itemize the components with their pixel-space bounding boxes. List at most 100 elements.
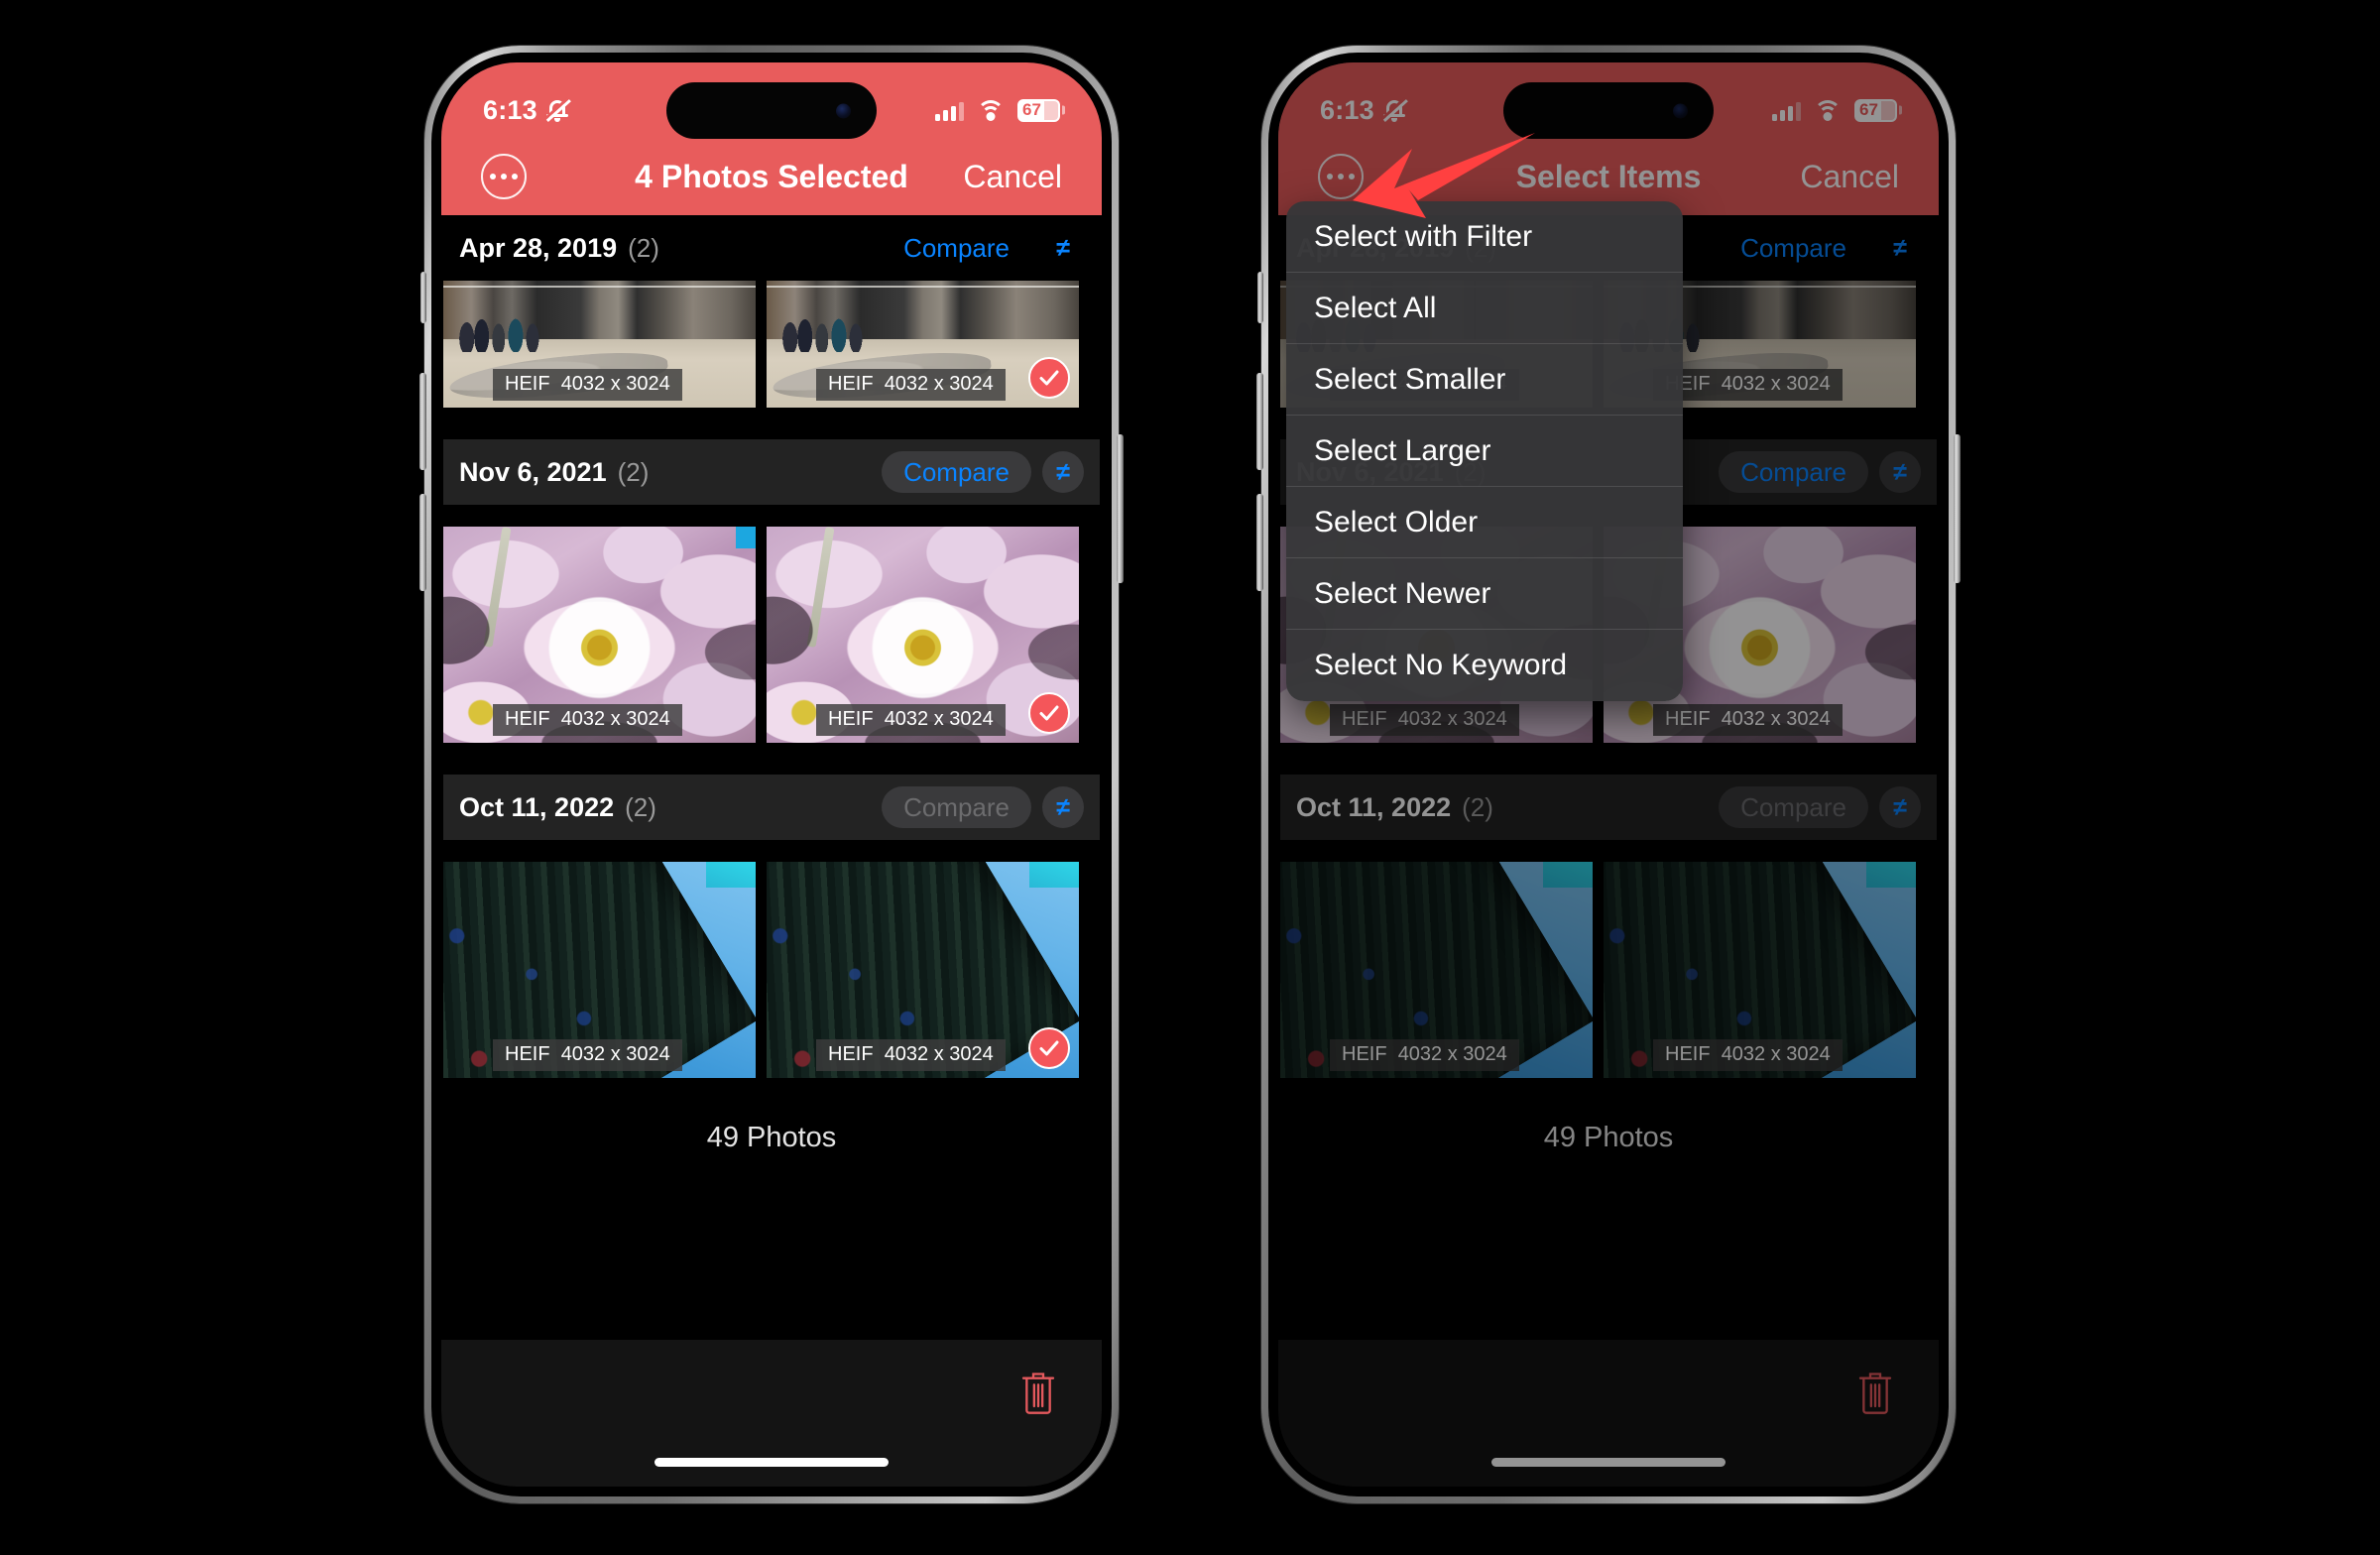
compare-button[interactable]: Compare — [1719, 786, 1868, 828]
photo-count-label: 49 Photos — [706, 1122, 837, 1153]
cellular-signal-icon — [1772, 99, 1801, 121]
compare-button[interactable]: Compare — [882, 227, 1031, 269]
more-options-button[interactable] — [481, 154, 527, 199]
group-date: Oct 11, 2022 — [459, 791, 615, 822]
power-button[interactable] — [1954, 434, 1961, 583]
group-header: Oct 11, 2022 (2) Compare ≠ — [443, 775, 1100, 840]
group-actions: Compare ≠ — [882, 786, 1084, 828]
thumbnail-row: HEIF 4032 x 3024 HEIF 4032 x 3024 — [1278, 840, 1939, 1078]
not-equal-button[interactable]: ≠ — [1042, 227, 1084, 269]
battery-percentage: 67 — [1022, 100, 1041, 119]
bell-slash-icon — [545, 97, 571, 123]
group-date: Oct 11, 2022 — [1296, 791, 1452, 822]
trash-icon[interactable] — [1018, 1368, 1058, 1415]
photo-meta: HEIF 4032 x 3024 — [493, 704, 682, 736]
group-header: Apr 28, 2019 (2) Compare ≠ — [443, 215, 1100, 281]
wifi-icon — [1814, 99, 1842, 121]
not-equal-button[interactable]: ≠ — [1879, 227, 1921, 269]
bell-slash-icon — [1382, 97, 1408, 123]
bottom-toolbar-right — [1278, 1340, 1939, 1487]
battery-icon: 67 — [1017, 98, 1065, 122]
compare-button[interactable]: Compare — [882, 451, 1031, 493]
volume-up-button[interactable] — [419, 373, 426, 470]
phone-right: 6:13 67 Select Items Cancel Compare ≠ HE… — [1256, 46, 1961, 1503]
mute-switch-button[interactable] — [420, 272, 426, 323]
status-bar-right-group: 67 — [935, 98, 1065, 122]
photo-meta: HEIF 4032 x 3024 — [816, 1039, 1006, 1071]
photo-meta: HEIF 4032 x 3024 — [1330, 704, 1519, 736]
blue-corner-marker — [736, 527, 756, 548]
group-count: (2) — [1462, 791, 1493, 822]
photo-meta: HEIF 4032 x 3024 — [816, 704, 1006, 736]
trash-icon[interactable] — [1855, 1368, 1895, 1415]
group-header: Oct 11, 2022 (2) Compare ≠ — [1280, 775, 1937, 840]
compare-button[interactable]: Compare — [1719, 451, 1868, 493]
red-arrow-annotation-icon — [1353, 133, 1535, 218]
not-equal-button[interactable]: ≠ — [1042, 451, 1084, 493]
menu-item-select-all[interactable]: Select All — [1286, 273, 1683, 344]
group-actions: Compare ≠ — [1719, 786, 1921, 828]
menu-item-select-smaller[interactable]: Select Smaller — [1286, 344, 1683, 416]
photo-meta: HEIF 4032 x 3024 — [1653, 1039, 1843, 1071]
nav-row-left: 4 Photos Selected Cancel — [441, 138, 1102, 215]
front-camera-icon — [836, 103, 851, 118]
photo-meta: HEIF 4032 x 3024 — [1330, 1039, 1519, 1071]
photo-thumbnail[interactable]: HEIF 4032 x 3024 — [1604, 862, 1916, 1078]
not-equal-button[interactable]: ≠ — [1879, 451, 1921, 493]
menu-item-select-larger[interactable]: Select Larger — [1286, 416, 1683, 487]
phone-screen-left: 6:13 67 4 Photos Selected Cancel Apr 28,… — [441, 62, 1102, 1487]
battery-icon: 67 — [1854, 98, 1902, 122]
compare-button[interactable]: Compare — [882, 786, 1031, 828]
home-indicator — [1491, 1458, 1726, 1467]
photo-meta: HEIF 4032 x 3024 — [493, 369, 682, 401]
select-items-dropdown-menu[interactable]: Select with Filter Select All Select Sma… — [1286, 201, 1683, 701]
status-bar-left-group: 6:13 — [483, 94, 571, 126]
battery-percentage: 67 — [1859, 100, 1878, 119]
menu-item-select-newer[interactable]: Select Newer — [1286, 558, 1683, 630]
mute-switch-button[interactable] — [1257, 272, 1263, 323]
cancel-button[interactable]: Cancel — [1800, 159, 1899, 195]
phone-screen-right: 6:13 67 Select Items Cancel Compare ≠ HE… — [1278, 62, 1939, 1487]
menu-item-select-older[interactable]: Select Older — [1286, 487, 1683, 558]
group-date: Apr 28, 2019 — [459, 232, 618, 263]
selected-checkmark-icon — [1028, 692, 1070, 734]
thumbnail-row: HEIF 4032 x 3024 HEIF 4032 x 3024 — [441, 505, 1102, 743]
wifi-icon — [977, 99, 1005, 121]
photo-meta: HEIF 4032 x 3024 — [1653, 704, 1843, 736]
photo-meta: HEIF 4032 x 3024 — [816, 369, 1006, 401]
volume-up-button[interactable] — [1256, 373, 1263, 470]
group-date: Nov 6, 2021 — [459, 456, 607, 487]
photos-app-right: 6:13 67 Select Items Cancel Compare ≠ HE… — [1278, 62, 1939, 1487]
volume-down-button[interactable] — [1256, 494, 1263, 591]
photo-thumbnail[interactable]: HEIF 4032 x 3024 — [767, 862, 1079, 1078]
not-equal-button[interactable]: ≠ — [1879, 786, 1921, 828]
status-bar-right-group: 67 — [1772, 98, 1902, 122]
thumbnail-row: HEIF 4032 x 3024 HEIF 4032 x 3024 — [441, 281, 1102, 408]
volume-down-button[interactable] — [419, 494, 426, 591]
group-header: Nov 6, 2021 (2) Compare ≠ — [443, 439, 1100, 505]
group-count: (2) — [617, 456, 650, 487]
photo-thumbnail[interactable]: HEIF 4032 x 3024 — [767, 281, 1079, 408]
photo-groups-left: Apr 28, 2019 (2) Compare ≠ HEIF 4032 x 3… — [441, 215, 1102, 1487]
cellular-signal-icon — [935, 99, 964, 121]
status-bar-left-group: 6:13 — [1320, 94, 1408, 126]
menu-item-select-no-keyword[interactable]: Select No Keyword — [1286, 630, 1683, 701]
dynamic-island — [666, 82, 877, 139]
cancel-button[interactable]: Cancel — [963, 159, 1062, 195]
photos-app-left: 6:13 67 4 Photos Selected Cancel Apr 28,… — [441, 62, 1102, 1487]
home-indicator — [654, 1458, 889, 1467]
power-button[interactable] — [1117, 434, 1124, 583]
thumbnail-row: HEIF 4032 x 3024 HEIF 4032 x 3024 — [441, 840, 1102, 1078]
photo-thumbnail[interactable]: HEIF 4032 x 3024 — [443, 862, 756, 1078]
group-actions: Compare ≠ — [1719, 227, 1921, 269]
photo-meta: HEIF 4032 x 3024 — [493, 1039, 682, 1071]
compare-button[interactable]: Compare — [1719, 227, 1868, 269]
not-equal-button[interactable]: ≠ — [1042, 786, 1084, 828]
photo-thumbnail[interactable]: HEIF 4032 x 3024 — [1280, 862, 1593, 1078]
group-actions: Compare ≠ — [1719, 451, 1921, 493]
clock-time: 6:13 — [483, 94, 537, 125]
photo-thumbnail[interactable]: HEIF 4032 x 3024 — [443, 281, 756, 408]
photo-thumbnail[interactable]: HEIF 4032 x 3024 — [767, 527, 1079, 743]
clock-time: 6:13 — [1320, 94, 1374, 125]
photo-thumbnail[interactable]: HEIF 4032 x 3024 — [443, 527, 756, 743]
